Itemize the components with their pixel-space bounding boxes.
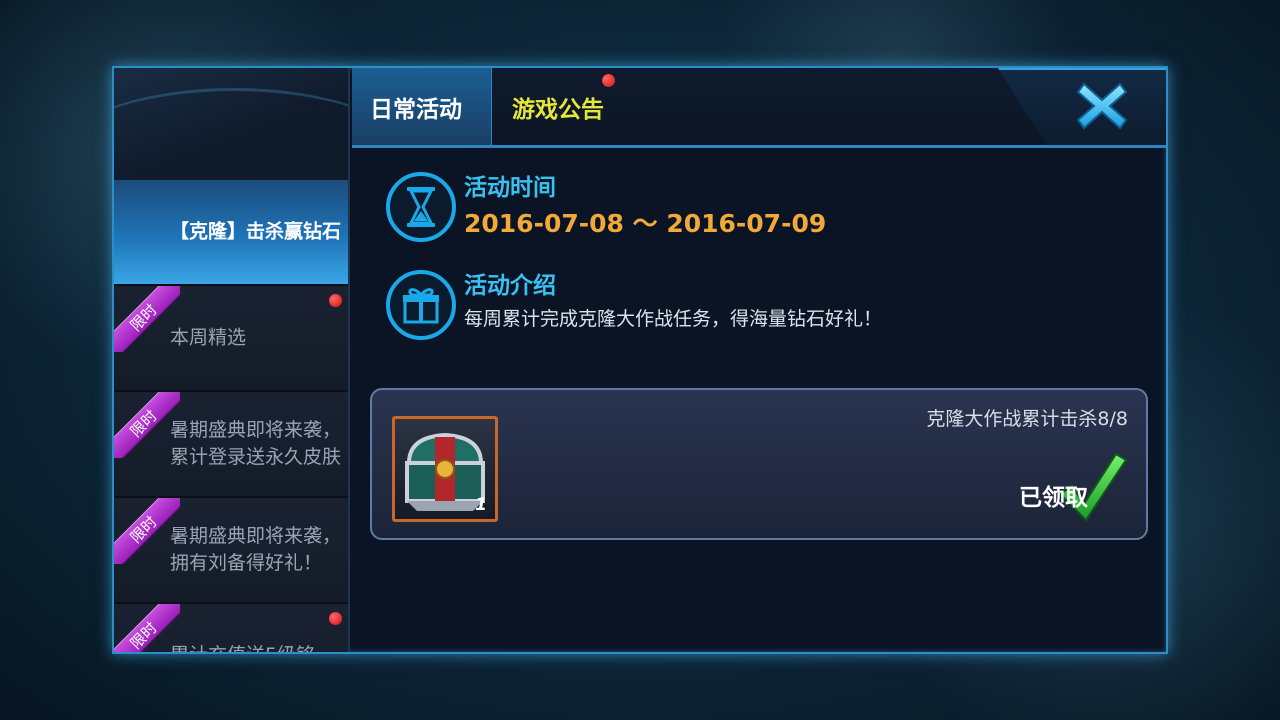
activity-content: 活动时间 2016-07-08 ～ 2016-07-09 活动介绍 每周累计完成…: [352, 148, 1166, 652]
sidebar-item-summer-liubei[interactable]: 限时 暑期盛典即将来袭，拥有刘备得好礼！: [114, 498, 348, 604]
reward-quantity: 1: [475, 495, 487, 515]
event-sidebar: 【克隆】击杀赢钻石 限时 本周精选 限时 暑期盛典即将来袭，累计登录送永久皮肤 …: [114, 68, 350, 652]
activity-intro-text: 每周累计完成克隆大作战任务，得海量钻石好礼！: [464, 308, 883, 330]
sidebar-item-summer-login[interactable]: 限时 暑期盛典即将来袭，累计登录送永久皮肤: [114, 392, 348, 498]
sidebar-item-weekly-pick[interactable]: 限时 本周精选: [114, 286, 348, 392]
sidebar-item-label: 暑期盛典即将来袭，拥有刘备得好礼！: [170, 525, 342, 574]
hourglass-icon: [386, 172, 456, 242]
task-title: 克隆大作战累计击杀8/8: [926, 408, 1128, 430]
reward-item-slot[interactable]: 1: [392, 416, 498, 522]
event-panel: 【克隆】击杀赢钻石 限时 本周精选 限时 暑期盛典即将来袭，累计登录送永久皮肤 …: [112, 66, 1168, 654]
sidebar-item-label: 累计充值送5级铭: [170, 642, 342, 652]
header-corner-deco: [998, 68, 1166, 145]
notification-dot: [329, 294, 342, 307]
panel-header: 日常活动 游戏公告: [352, 68, 1166, 148]
sidebar-item-label: 暑期盛典即将来袭，累计登录送永久皮肤: [170, 419, 342, 468]
tab-daily-activity[interactable]: 日常活动: [352, 68, 492, 145]
notification-dot: [329, 612, 342, 625]
sidebar-item-recharge[interactable]: 限时 累计充值送5级铭: [114, 604, 348, 652]
notification-dot: [602, 74, 615, 87]
activity-time-range: 2016-07-08 ～ 2016-07-09: [464, 209, 827, 238]
sidebar-header-deco: [114, 68, 348, 180]
close-button[interactable]: [1076, 80, 1128, 132]
sidebar-item-label: 【克隆】击杀赢钻石: [170, 220, 342, 243]
task-card: 1 克隆大作战累计击杀8/8 已领取: [370, 388, 1148, 540]
close-icon: [1076, 82, 1128, 130]
activity-intro-section: 活动介绍 每周累计完成克隆大作战任务，得海量钻石好礼！: [386, 270, 882, 340]
sidebar-item-label: 本周精选: [170, 326, 247, 349]
activity-time-section: 活动时间 2016-07-08 ～ 2016-07-09: [386, 172, 826, 244]
activity-intro-title: 活动介绍: [464, 273, 556, 299]
gift-icon: [386, 270, 456, 340]
task-status-claimed: 已领取: [1019, 485, 1088, 511]
activity-time-title: 活动时间: [464, 175, 556, 201]
sidebar-item-clone-kill[interactable]: 【克隆】击杀赢钻石: [114, 180, 348, 286]
